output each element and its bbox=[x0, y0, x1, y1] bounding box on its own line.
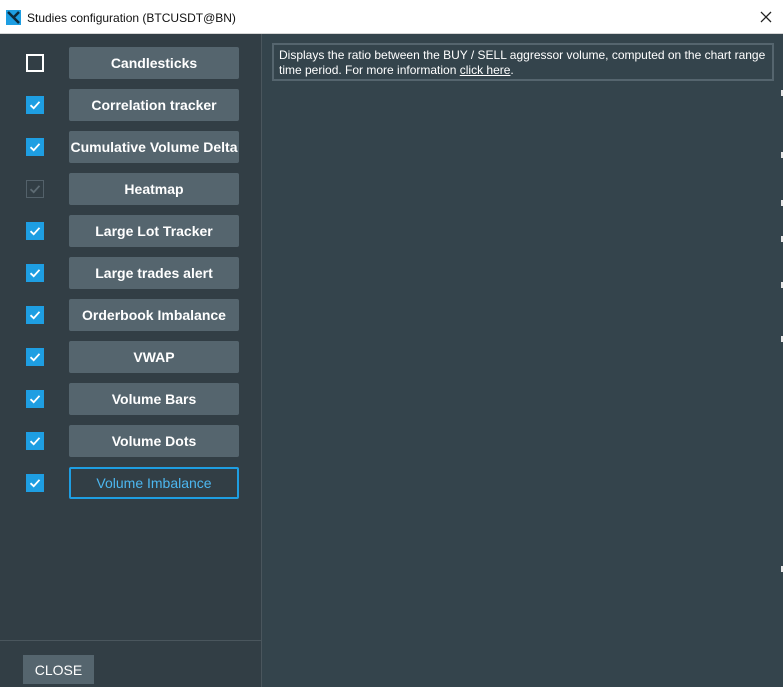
description-text: Displays the ratio between the BUY / SEL… bbox=[279, 48, 766, 77]
study-checkbox[interactable] bbox=[26, 474, 44, 492]
study-row: VWAP bbox=[0, 341, 262, 373]
study-row: Cumulative Volume Delta bbox=[0, 131, 262, 163]
study-row: Large Lot Tracker bbox=[0, 215, 262, 247]
study-checkbox[interactable] bbox=[26, 348, 44, 366]
footer-divider bbox=[0, 640, 261, 641]
study-button[interactable]: Cumulative Volume Delta bbox=[69, 131, 239, 163]
study-row: Heatmap bbox=[0, 173, 262, 205]
study-button[interactable]: Volume Bars bbox=[69, 383, 239, 415]
study-row: Orderbook Imbalance bbox=[0, 299, 262, 331]
checkmark-icon bbox=[29, 101, 41, 110]
study-button[interactable]: Large Lot Tracker bbox=[69, 215, 239, 247]
study-button[interactable]: Volume Dots bbox=[69, 425, 239, 457]
checkmark-icon bbox=[29, 479, 41, 488]
checkmark-icon bbox=[29, 143, 41, 152]
study-checkbox bbox=[26, 180, 44, 198]
study-button[interactable]: Correlation tracker bbox=[69, 89, 239, 121]
studies-config-window: Studies configuration (BTCUSDT@BN) Candl… bbox=[0, 0, 783, 687]
study-checkbox[interactable] bbox=[26, 390, 44, 408]
study-checkbox[interactable] bbox=[26, 432, 44, 450]
checkmark-icon bbox=[29, 311, 41, 320]
study-button[interactable]: Heatmap bbox=[69, 173, 239, 205]
checkmark-icon bbox=[29, 269, 41, 278]
study-checkbox[interactable] bbox=[26, 222, 44, 240]
study-description-panel: Displays the ratio between the BUY / SEL… bbox=[262, 34, 783, 687]
window-close-button[interactable] bbox=[749, 0, 783, 34]
checkmark-icon bbox=[29, 437, 41, 446]
study-button[interactable]: VWAP bbox=[69, 341, 239, 373]
studies-list-panel: Candlesticks Correlation tracker Cumulativ… bbox=[0, 34, 262, 687]
study-checkbox[interactable] bbox=[26, 138, 44, 156]
description-trailing: . bbox=[510, 63, 514, 77]
study-row: Correlation tracker bbox=[0, 89, 262, 121]
study-checkbox[interactable] bbox=[26, 96, 44, 114]
study-row: Volume Bars bbox=[0, 383, 262, 415]
close-button[interactable]: CLOSE bbox=[23, 655, 94, 684]
study-row: Volume Imbalance bbox=[0, 467, 262, 499]
study-description: Displays the ratio between the BUY / SEL… bbox=[272, 43, 774, 81]
study-checkbox[interactable] bbox=[26, 54, 44, 72]
study-button[interactable]: Large trades alert bbox=[69, 257, 239, 289]
study-checkbox[interactable] bbox=[26, 306, 44, 324]
study-row: Volume Dots bbox=[0, 425, 262, 457]
close-icon bbox=[760, 11, 772, 23]
app-logo-icon bbox=[6, 10, 21, 25]
study-button[interactable]: Orderbook Imbalance bbox=[69, 299, 239, 331]
checkmark-icon bbox=[29, 395, 41, 404]
study-button[interactable]: Candlesticks bbox=[69, 47, 239, 79]
checkmark-icon bbox=[29, 353, 41, 362]
checkmark-icon bbox=[29, 227, 41, 236]
study-row: Large trades alert bbox=[0, 257, 262, 289]
study-checkbox[interactable] bbox=[26, 264, 44, 282]
study-row: Candlesticks bbox=[0, 47, 262, 79]
window-title: Studies configuration (BTCUSDT@BN) bbox=[27, 11, 236, 25]
checkmark-icon bbox=[29, 185, 41, 194]
more-info-link[interactable]: click here bbox=[460, 63, 511, 77]
study-button[interactable]: Volume Imbalance bbox=[69, 467, 239, 499]
title-bar: Studies configuration (BTCUSDT@BN) bbox=[0, 0, 783, 34]
